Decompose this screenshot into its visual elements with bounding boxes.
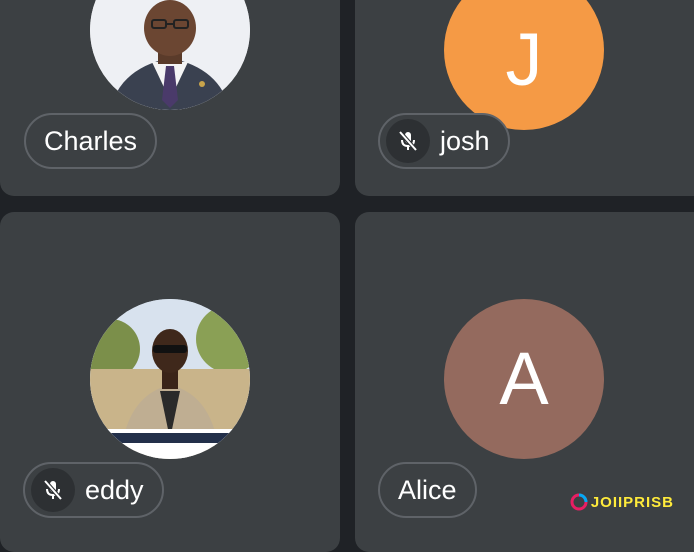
name-pill-eddy: eddy (23, 462, 164, 518)
watermark-text: JOIIPRISB (590, 493, 674, 511)
mic-off-icon (386, 119, 430, 163)
avatar-josh: J (444, 0, 604, 130)
name-pill-alice: Alice (378, 462, 477, 518)
charles-photo-icon (90, 0, 250, 110)
participant-name: josh (440, 125, 490, 156)
participant-name: Alice (398, 474, 457, 505)
avatar-eddy (90, 299, 250, 459)
participant-grid: Charles J josh eddy A Alice JOIIPRISB (0, 0, 694, 552)
watermark-logo: JOIIPRISB (569, 492, 674, 512)
participant-tile-josh[interactable]: J josh (355, 0, 694, 196)
participant-tile-charles[interactable]: Charles (0, 0, 340, 196)
eddy-photo-icon (90, 299, 250, 459)
avatar-charles (90, 0, 250, 110)
avatar-letter: A (499, 337, 549, 420)
avatar-letter: J (505, 18, 543, 101)
watermark-ring-icon (570, 493, 588, 511)
avatar-alice: A (444, 299, 604, 459)
participant-name: eddy (85, 474, 144, 505)
name-pill-josh: josh (378, 113, 510, 169)
name-pill-charles: Charles (24, 113, 158, 169)
mic-off-icon (31, 468, 75, 512)
participant-tile-eddy[interactable]: eddy (0, 212, 340, 552)
participant-name: Charles (44, 125, 138, 156)
